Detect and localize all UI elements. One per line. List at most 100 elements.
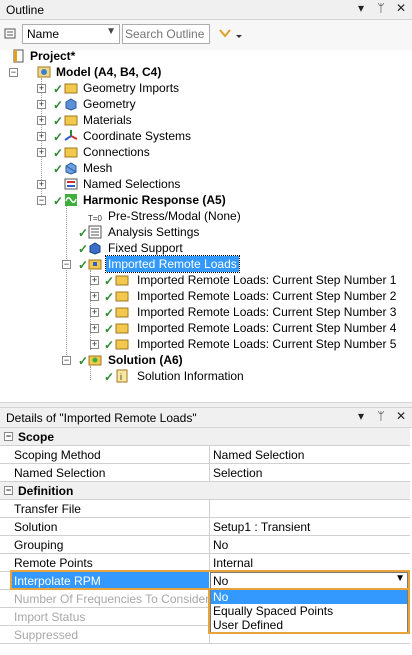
chevron-down-icon: ▼ [106, 26, 116, 37]
close-icon[interactable]: ✕ [394, 409, 408, 423]
imported-load-icon [115, 339, 129, 350]
outline-panel-header: Outline ▾ ᛘ ✕ [0, 0, 412, 20]
group-label: Scope [18, 430, 55, 444]
analysis-settings-icon [88, 225, 102, 239]
pin-icon[interactable]: ᛘ [374, 1, 388, 15]
collapse-icon[interactable]: − [37, 196, 46, 205]
geometry-icon [65, 98, 77, 111]
check-icon: ✓ [53, 146, 64, 160]
property-value[interactable]: No [213, 538, 228, 552]
outline-toolbar: Name ▼ [0, 20, 412, 50]
collapse-icon[interactable]: − [4, 486, 13, 495]
expand-icon[interactable]: + [37, 116, 46, 125]
tree-label-selected: Imported Remote Loads [105, 255, 240, 273]
row-grouping[interactable]: Grouping No [0, 536, 410, 554]
pre-stress-icon: T=0 [88, 214, 102, 223]
row-named-selection[interactable]: Named Selection Selection [0, 464, 410, 482]
search-input[interactable] [125, 26, 209, 42]
tree-label: Coordinate Systems [83, 129, 192, 143]
property-value[interactable]: Selection [213, 466, 262, 480]
expand-options-icon[interactable] [216, 24, 246, 44]
pin-icon[interactable]: ᛘ [374, 409, 388, 423]
tree-label: Fixed Support [108, 241, 183, 255]
tree-label: Solution Information [137, 369, 244, 383]
property-value[interactable]: Named Selection [213, 448, 304, 462]
group-definition[interactable]: − Definition [0, 482, 410, 500]
check-icon: ✓ [53, 162, 64, 176]
mesh-icon [65, 162, 77, 175]
tree-label: Geometry [83, 97, 136, 111]
filter-icon[interactable] [4, 27, 18, 41]
solution-information-icon: i [116, 369, 128, 383]
harmonic-response-icon [65, 194, 77, 206]
check-icon: ✓ [104, 274, 115, 288]
property-label: Grouping [14, 538, 64, 552]
row-solution[interactable]: Solution Setup1 : Transient [0, 518, 410, 536]
check-icon: ✓ [53, 98, 64, 112]
expand-icon[interactable]: + [90, 308, 99, 317]
expand-icon[interactable]: + [37, 180, 46, 189]
search-outline-box[interactable] [122, 24, 210, 44]
property-value[interactable]: Setup1 : Transient [213, 520, 310, 534]
collapse-icon[interactable]: − [4, 432, 13, 441]
expand-icon[interactable]: + [90, 324, 99, 333]
svg-text:T=0: T=0 [88, 214, 102, 223]
check-icon: ✓ [104, 306, 115, 320]
check-icon: ✓ [53, 114, 64, 128]
property-value[interactable]: Internal [213, 556, 253, 570]
check-icon: ✓ [53, 130, 64, 144]
check-icon: ✓ [78, 242, 89, 256]
check-icon: ✓ [104, 322, 115, 336]
expand-icon[interactable]: + [37, 132, 46, 141]
property-label: Import Status [14, 610, 86, 624]
tree-label: Imported Remote Loads: Current Step Numb… [137, 321, 397, 335]
outline-title: Outline [6, 3, 45, 17]
group-scope[interactable]: − Scope [0, 428, 410, 446]
details-title: Details of "Imported Remote Loads" [6, 411, 197, 425]
svg-text:i: i [120, 372, 122, 382]
collapse-icon[interactable]: − [9, 68, 18, 77]
tree-label: Model (A4, B4, C4) [56, 65, 162, 79]
coordinate-systems-icon [64, 130, 78, 141]
expand-icon[interactable]: + [90, 276, 99, 285]
imported-load-icon [115, 291, 129, 302]
tree-label: Solution (A6) [108, 353, 183, 367]
row-transfer-file[interactable]: Transfer File [0, 500, 410, 518]
expand-icon[interactable]: + [90, 340, 99, 349]
tree-label: Connections [83, 145, 150, 159]
tree-label: Imported Remote Loads: Current Step Numb… [137, 273, 397, 287]
filter-select-value: Name [27, 27, 60, 41]
close-icon[interactable]: ✕ [394, 1, 408, 15]
imported-load-icon [115, 323, 129, 334]
collapse-icon[interactable]: − [62, 356, 71, 365]
tree-label: Harmonic Response (A5) [83, 193, 226, 207]
details-panel-header: Details of "Imported Remote Loads" ▾ ᛘ ✕ [0, 408, 412, 428]
expand-icon[interactable]: + [37, 100, 46, 109]
check-icon: ✓ [78, 354, 89, 368]
tree-label: Materials [83, 113, 132, 127]
collapse-icon[interactable]: − [62, 260, 71, 269]
property-label: Scoping Method [14, 448, 101, 462]
tree-label: Geometry Imports [83, 81, 180, 95]
check-icon: ✓ [53, 194, 64, 208]
property-label: Remote Points [14, 556, 93, 570]
tree-label: Imported Remote Loads: Current Step Numb… [137, 337, 397, 351]
tree-label: Named Selections [83, 177, 181, 191]
expand-icon[interactable]: + [37, 84, 46, 93]
check-icon: ✓ [104, 370, 115, 384]
folder-icon [64, 83, 78, 94]
check-icon: ✓ [53, 82, 64, 96]
row-scoping-method[interactable]: Scoping Method Named Selection [0, 446, 410, 464]
expand-icon[interactable]: + [90, 292, 99, 301]
materials-icon [64, 115, 78, 126]
property-label: Solution [14, 520, 58, 534]
chevron-down-icon[interactable]: ▾ [354, 1, 368, 15]
chevron-down-icon[interactable]: ▾ [354, 409, 368, 423]
tree-label: Imported Remote Loads: Current Step Numb… [137, 305, 397, 319]
expand-icon[interactable]: + [37, 148, 46, 157]
filter-select[interactable]: Name ▼ [22, 24, 120, 44]
property-label: Named Selection [14, 466, 106, 480]
check-icon: ✓ [78, 226, 89, 240]
imported-load-icon [115, 275, 129, 286]
highlight-box [10, 570, 410, 590]
